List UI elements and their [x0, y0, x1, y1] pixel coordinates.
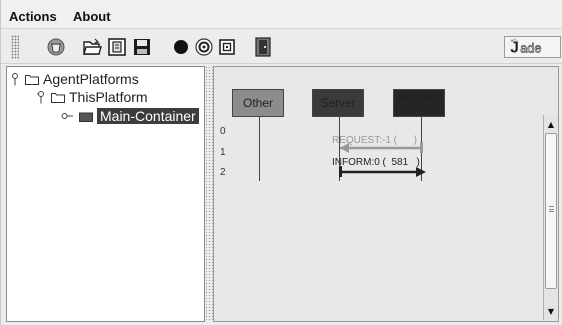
split-pane-divider[interactable]: [205, 66, 213, 322]
folder-icon: [51, 92, 65, 103]
exit-door-icon[interactable]: [253, 37, 273, 57]
agent-box-server[interactable]: Server: [312, 89, 364, 117]
agent-box-testowe-zapytanie[interactable]: testowe zapytanie: [393, 89, 445, 117]
tree-expand-handle-icon[interactable]: [37, 89, 47, 105]
open-folder-icon[interactable]: [82, 37, 102, 57]
toolbar: J ade: [1, 30, 562, 64]
vertical-scrollbar[interactable]: ▲ ▼: [543, 115, 558, 320]
jade-logo: J ade: [504, 36, 561, 58]
agent-box-other[interactable]: Other: [232, 89, 284, 117]
row-number: 2: [220, 167, 226, 178]
sniffer-window: Actions About J ade AgentPlatforms ThisP…: [0, 0, 562, 325]
scroll-up-arrow-icon[interactable]: ▲: [544, 117, 558, 131]
message-label-inform[interactable]: INFORM:0 ( 581 ): [332, 157, 420, 168]
scroll-thumb[interactable]: [545, 133, 557, 289]
agent-name-server: Server: [320, 95, 356, 110]
menu-bar: Actions About: [1, 0, 562, 29]
tree-label-main-container: Main-Container: [97, 108, 199, 124]
folder-icon: [25, 74, 39, 85]
swirl-icon[interactable]: [194, 37, 214, 57]
agent-name-other: Other: [242, 95, 273, 110]
message-label-request[interactable]: REQUEST:-1 ( ): [332, 135, 417, 146]
tree-node-main-container[interactable]: Main-Container: [61, 107, 199, 125]
lifeline-other: [259, 117, 260, 181]
square-target-icon[interactable]: [217, 37, 237, 57]
scroll-grip-icon: [549, 206, 554, 212]
agent-name-testowe-zapytanie: testowe zapytanie: [393, 90, 445, 115]
tree-expand-handle-icon[interactable]: [11, 71, 21, 87]
scroll-down-arrow-icon[interactable]: ▼: [544, 304, 558, 318]
tree-label-agent-platforms: AgentPlatforms: [43, 71, 139, 87]
toolbar-grip[interactable]: [11, 35, 19, 59]
tree-label-this-platform: ThisPlatform: [69, 89, 148, 105]
tree-node-agent-platforms[interactable]: AgentPlatforms: [11, 70, 139, 88]
row-number: 0: [220, 126, 226, 137]
container-icon: [79, 112, 93, 122]
save-icon[interactable]: [132, 37, 152, 57]
menu-about[interactable]: About: [73, 9, 111, 24]
sequence-diagram-canvas: Other Server testowe zapytanie 0 1 2 REQ…: [214, 67, 543, 320]
open-file-icon[interactable]: [107, 37, 127, 57]
tree-leaf-handle-icon: [61, 113, 73, 119]
delete-icon[interactable]: [46, 37, 66, 57]
black-circle-icon[interactable]: [171, 37, 191, 57]
svg-text:ade: ade: [520, 40, 541, 55]
agent-tree-panel[interactable]: AgentPlatforms ThisPlatform Main-Contain…: [6, 66, 205, 322]
row-number: 1: [220, 147, 226, 158]
menu-actions[interactable]: Actions: [9, 9, 57, 24]
tree-node-this-platform[interactable]: ThisPlatform: [37, 88, 148, 106]
